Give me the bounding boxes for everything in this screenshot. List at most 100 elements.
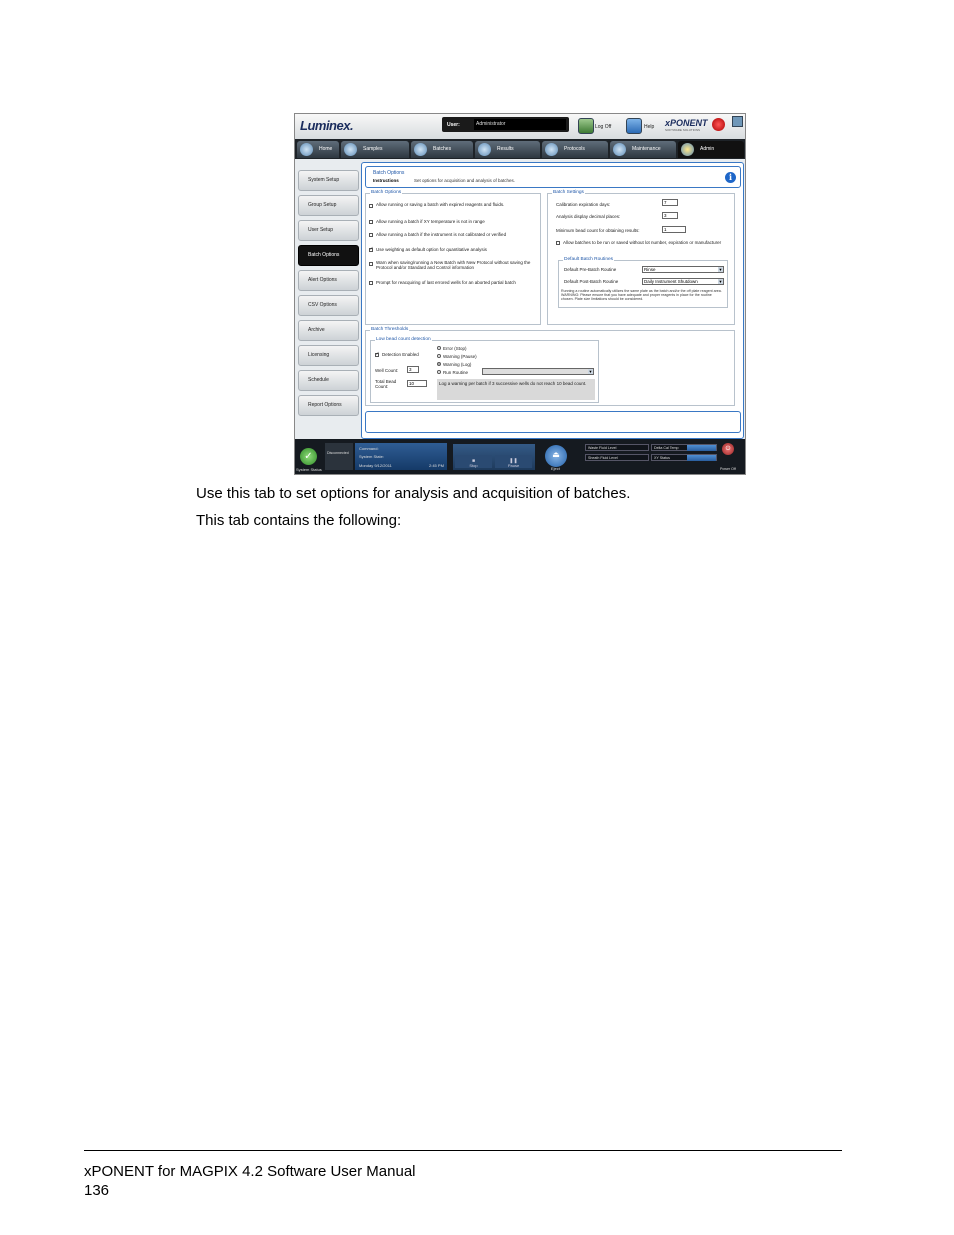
sidebar-item-licensing[interactable]: Licensing [298,345,359,366]
sidebar-item-alert-options[interactable]: Alert Options [298,270,359,291]
batches-icon [414,143,427,156]
window-corner-icon[interactable] [732,116,743,127]
post-batch-value: Daily Instrument Shutdown [644,279,698,284]
waste-fluid-label: Waste Fluid Level [588,446,617,450]
power-label: Power Off [720,467,736,471]
tab-results[interactable]: Results [475,141,540,158]
not-calibrated-checkbox[interactable] [369,233,373,237]
pre-batch-select[interactable]: Rinse ▼ [642,266,724,273]
connection-box[interactable]: Disconnected [325,443,353,470]
tab-label: Protocols [564,146,585,152]
xponent-subtitle: SOFTWARE SOLUTIONS [665,128,701,132]
run-routine-radio[interactable] [437,370,441,374]
system-ok-icon[interactable]: ✓ [300,448,317,465]
info-icon[interactable]: i [725,172,736,183]
sidebar-item-archive[interactable]: Archive [298,320,359,341]
sidebar-item-system-setup[interactable]: System Setup [298,170,359,191]
stop-button[interactable]: ■ Stop [455,455,492,468]
total-bead-input[interactable]: 10 [407,380,427,387]
chevron-down-icon: ▼ [588,369,593,375]
chevron-down-icon: ▼ [718,267,723,273]
stop-label: Stop [469,463,478,468]
user-field[interactable]: Administrator [474,119,566,130]
run-routine-select[interactable]: ▼ [482,368,594,375]
reacquire-prompt-checkbox[interactable] [369,281,373,285]
well-count-input[interactable]: 3 [407,366,419,373]
default-routines-group: Default Batch Routines Default Pre-Batch… [558,257,728,308]
footer-title: xPONENT for MAGPIX 4.2 Software User Man… [84,1163,416,1180]
xy-status-bar [687,454,716,461]
system-status-label: System Status [296,467,322,472]
tab-protocols[interactable]: Protocols [542,141,608,158]
low-bead-legend: Low bead count detection [375,337,432,342]
batch-options-panel: Batch Options Instructions Set options f… [361,162,744,439]
status-date: Monday 9/12/2011 [359,463,392,468]
batch-settings-legend: Batch Settings [552,190,585,195]
logoff-icon[interactable] [578,118,594,134]
sidebar-item-csv-options[interactable]: CSV Options [298,295,359,316]
sidebar-item-group-setup[interactable]: Group Setup [298,195,359,216]
connection-status: Disconnected [327,451,349,455]
post-batch-label: Default Post-Batch Routine [564,279,619,284]
warning-pause-radio[interactable] [437,354,441,358]
pause-button[interactable]: ❚❚ Pause [495,455,532,468]
tab-samples[interactable]: Samples [341,141,409,158]
sheath-fluid-label: Sheath Fluid Level [588,456,618,460]
well-count-label: Well Count: [375,368,399,373]
eject-button[interactable]: ⏏ [545,445,567,467]
pre-batch-value: Rinse [644,267,656,272]
help-icon[interactable] [626,118,642,134]
option-label: Allow running or saving a batch with exp… [376,202,505,207]
cal-expiration-input[interactable]: 7 [662,199,678,206]
help-button[interactable]: Help [644,124,654,130]
luminex-logo: Luminex. [300,118,354,133]
warn-new-protocol-checkbox[interactable] [369,262,373,266]
log-message-box: Log a warning per batch if 3 successive … [437,379,595,400]
routines-legend: Default Batch Routines [563,257,615,262]
logoff-button[interactable]: Log Off [595,124,611,130]
status-bar: ✓ System Status Disconnected Command: Sy… [295,439,745,474]
batch-options-group: Batch Options Allow running or saving a … [365,190,541,325]
sidebar-item-report-options[interactable]: Report Options [298,395,359,416]
weighting-checkbox[interactable] [369,246,374,252]
body-paragraph-2: This tab contains the following: [196,512,402,529]
footer-page-number: 136 [84,1182,110,1199]
tab-label: Batches [433,146,452,152]
app-header: Luminex. User: Administrator Log Off Hel… [295,114,745,139]
message-area [365,411,741,433]
error-stop-radio[interactable] [437,346,441,350]
min-bead-input[interactable]: 1 [662,226,686,233]
decimal-places-input[interactable]: 3 [662,212,678,219]
tab-batches[interactable]: Batches [411,141,473,158]
power-icon[interactable]: ⏻ [722,443,734,455]
xy-status-label: XY Status [654,456,670,460]
tab-maintenance[interactable]: Maintenance [610,141,676,158]
option-label: Prompt for reacquiring of last errored w… [376,280,516,285]
log-message-text: Log a warning per batch if 3 successive … [439,381,587,386]
tab-home[interactable]: Home [297,141,339,158]
detection-enabled-checkbox[interactable] [375,351,380,357]
tab-admin[interactable]: Admin [678,141,744,158]
admin-icon [681,143,694,156]
warning-log-radio[interactable] [437,362,441,366]
sidebar-item-schedule[interactable]: Schedule [298,370,359,391]
option-label: Allow running a batch if XY temperature … [376,219,485,224]
tab-label: Maintenance [632,146,661,152]
sidebar-item-batch-options[interactable]: Batch Options [298,245,359,266]
tab-label: Results [497,146,514,152]
status-time: 2:45 PM [429,463,444,468]
sidebar-item-user-setup[interactable]: User Setup [298,220,359,241]
thresholds-legend: Batch Thresholds [370,327,410,332]
instructions-text: Set options for acquisition and analysis… [414,178,516,183]
xy-temp-checkbox[interactable] [369,220,373,224]
expired-reagents-checkbox[interactable] [369,204,373,208]
tab-label: Admin [700,146,715,152]
radio-label: Run Routine [443,370,469,375]
post-batch-select[interactable]: Daily Instrument Shutdown ▼ [642,278,724,285]
routine-warning-note: Running a routine automatically utilizes… [561,289,722,301]
waste-fluid-level: Waste Fluid Level [585,444,649,451]
allow-no-lot-label: Allow batches to be run or saved without… [563,240,722,245]
allow-no-lot-checkbox[interactable] [556,241,560,245]
command-box: Command: System State: Monday 9/12/2011 … [355,443,447,470]
cal-expiration-label: Calibration expiration days: [556,202,611,207]
